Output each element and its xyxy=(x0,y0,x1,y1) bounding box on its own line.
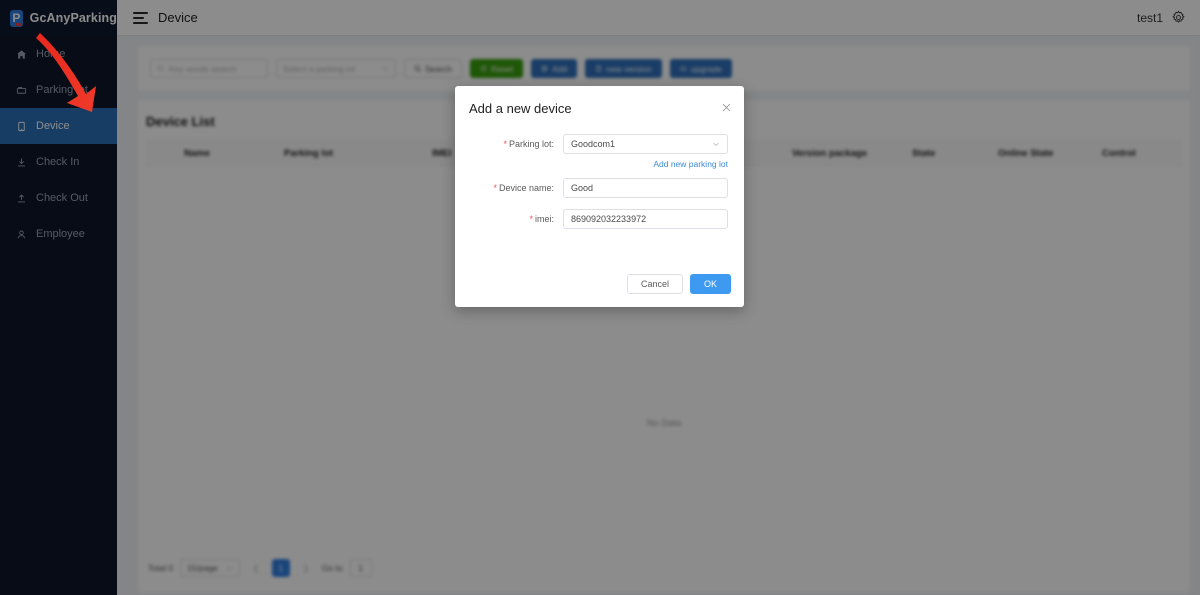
parking-lot-value: Goodcom1 xyxy=(571,139,616,149)
imei-input[interactable]: 869092032233972 xyxy=(563,209,728,229)
imei-label: * imei: xyxy=(529,214,554,224)
form-row-device-name: * Device name: Good xyxy=(471,178,728,198)
required-marker: * xyxy=(529,214,533,224)
form-row-parking-lot: * Parking lot: Goodcom1 xyxy=(471,134,728,154)
modal-title: Add a new device xyxy=(469,101,572,116)
ok-button[interactable]: OK xyxy=(689,274,731,294)
add-new-parking-lot-link[interactable]: Add new parking lot xyxy=(653,159,728,169)
app-root: Key words search Select a parking lot Se… xyxy=(0,0,1200,595)
required-marker: * xyxy=(493,183,497,193)
required-marker: * xyxy=(503,139,507,149)
close-icon[interactable] xyxy=(721,100,732,112)
device-name-input[interactable]: Good xyxy=(563,178,728,198)
add-device-form: * Parking lot: Goodcom1 Add new parking l… xyxy=(455,116,744,229)
chevron-down-icon xyxy=(713,142,719,147)
modal-footer: Cancel OK xyxy=(626,274,731,294)
imei-value: 869092032233972 xyxy=(571,214,647,224)
helper-link-row: Add new parking lot xyxy=(471,159,728,169)
add-device-modal: Add a new device * Parking lot: Goodcom1 … xyxy=(455,86,744,307)
form-row-imei: * imei: 869092032233972 xyxy=(471,209,728,229)
device-name-label: * Device name: xyxy=(493,183,554,193)
cancel-button[interactable]: Cancel xyxy=(626,274,683,294)
parking-lot-label: * Parking lot: xyxy=(503,139,554,149)
parking-lot-select-field[interactable]: Goodcom1 xyxy=(563,134,728,154)
device-name-value: Good xyxy=(571,183,594,193)
